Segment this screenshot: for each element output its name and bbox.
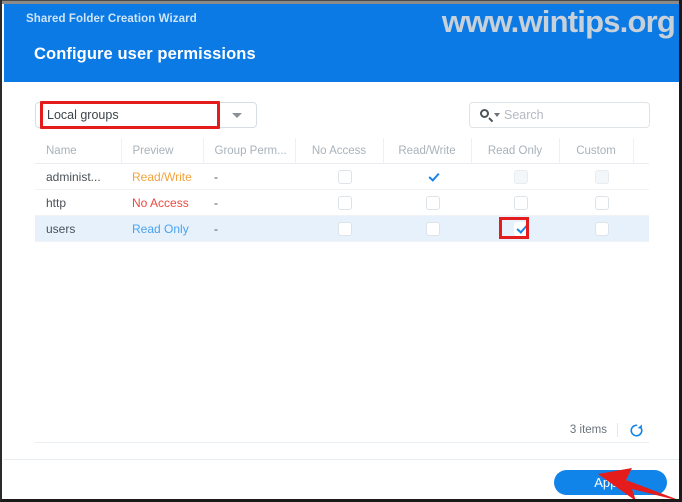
cell-group-permission: - xyxy=(203,189,295,216)
cell-custom-checkbox[interactable] xyxy=(559,163,633,190)
table-row[interactable]: users Read Only - xyxy=(35,215,649,242)
cell-no-access-checkbox[interactable] xyxy=(295,215,383,242)
status-bar: 3 items xyxy=(35,418,649,443)
checkbox-icon[interactable] xyxy=(425,221,440,236)
cell-name: users xyxy=(35,215,121,242)
cell-group-permission: - xyxy=(203,215,295,242)
watermark-text: www.wintips.org xyxy=(441,4,676,39)
cell-preview: Read/Write xyxy=(121,163,203,190)
items-count-label: 3 items xyxy=(569,424,607,436)
table-row[interactable]: administ... Read/Write - xyxy=(35,163,649,190)
search-icon-lens xyxy=(480,109,489,118)
cell-read-only-checkbox[interactable] xyxy=(471,189,559,216)
wizard-title: Shared Folder Creation Wizard xyxy=(26,13,197,25)
cell-read-write-checkbox[interactable] xyxy=(383,189,471,216)
checkbox-icon[interactable] xyxy=(594,195,609,210)
cell-spacer xyxy=(633,163,649,190)
checkbox-icon[interactable] xyxy=(337,221,352,236)
cell-preview: Read Only xyxy=(121,215,203,242)
column-header-group-perm[interactable]: Group Perm... xyxy=(203,138,296,164)
cell-custom-checkbox[interactable] xyxy=(559,215,633,242)
permissions-table-wrapper: Name Preview Group Perm... No Access Rea… xyxy=(35,138,649,242)
cell-no-access-checkbox[interactable] xyxy=(295,163,383,190)
search-input[interactable]: Search xyxy=(469,102,650,128)
checkbox-icon[interactable] xyxy=(594,221,609,236)
cell-read-only-checkbox[interactable] xyxy=(471,163,559,190)
column-header-read-only[interactable]: Read Only xyxy=(471,138,560,164)
column-header-preview[interactable]: Preview xyxy=(121,138,204,164)
permissions-table-head: Name Preview Group Perm... No Access Rea… xyxy=(35,138,649,164)
permissions-table: Name Preview Group Perm... No Access Rea… xyxy=(35,138,649,242)
permissions-table-body: administ... Read/Write - http No Access - user… xyxy=(35,163,649,242)
wizard-body: Local groups Search Name Preview Group P… xyxy=(4,82,679,499)
chevron-down-glyph xyxy=(232,112,242,118)
cell-read-write-checkbox[interactable] xyxy=(383,163,471,190)
cell-spacer xyxy=(633,215,649,242)
cell-read-only-checkbox[interactable] xyxy=(471,215,559,242)
checkbox-icon[interactable] xyxy=(513,195,528,210)
cell-preview: No Access xyxy=(121,189,203,216)
column-header-name[interactable]: Name xyxy=(35,138,122,164)
checkbox-icon[interactable] xyxy=(337,195,352,210)
cell-group-permission: - xyxy=(203,163,295,190)
wizard-window: Shared Folder Creation Wizard Configure … xyxy=(0,0,682,502)
search-filter-chevron-down-icon xyxy=(494,113,500,117)
table-header-row: Name Preview Group Perm... No Access Rea… xyxy=(35,138,649,164)
wizard-header: Shared Folder Creation Wizard Configure … xyxy=(4,4,679,82)
column-header-read-write[interactable]: Read/Write xyxy=(383,138,472,164)
cell-spacer xyxy=(633,189,649,216)
toolbar: Local groups Search xyxy=(4,100,679,130)
table-row[interactable]: http No Access - xyxy=(35,189,649,216)
status-divider xyxy=(617,423,618,437)
search-icon-handle xyxy=(488,117,494,123)
search-icon[interactable] xyxy=(480,108,500,123)
checkbox-icon[interactable] xyxy=(337,169,352,184)
cell-custom-checkbox[interactable] xyxy=(559,189,633,216)
column-header-spacer xyxy=(633,138,649,164)
footer-divider xyxy=(4,459,679,460)
checkbox-icon[interactable] xyxy=(594,169,609,184)
refresh-icon[interactable] xyxy=(629,423,644,438)
group-scope-dropdown-value: Local groups xyxy=(47,108,119,122)
chevron-down-icon[interactable] xyxy=(217,103,256,127)
cell-no-access-checkbox[interactable] xyxy=(295,189,383,216)
page-title: Configure user permissions xyxy=(34,45,256,63)
column-header-no-access[interactable]: No Access xyxy=(295,138,384,164)
checkbox-icon[interactable] xyxy=(513,169,528,184)
cell-name: administ... xyxy=(35,163,121,190)
checkbox-icon[interactable] xyxy=(425,195,440,210)
apply-button[interactable]: Apply xyxy=(554,470,667,495)
checkbox-checked-icon[interactable] xyxy=(425,169,440,184)
group-scope-dropdown[interactable]: Local groups xyxy=(35,102,257,128)
checkbox-checked-icon[interactable] xyxy=(513,221,528,236)
cell-name: http xyxy=(35,189,121,216)
search-placeholder: Search xyxy=(504,108,544,122)
cell-read-write-checkbox[interactable] xyxy=(383,215,471,242)
column-header-custom[interactable]: Custom xyxy=(559,138,634,164)
